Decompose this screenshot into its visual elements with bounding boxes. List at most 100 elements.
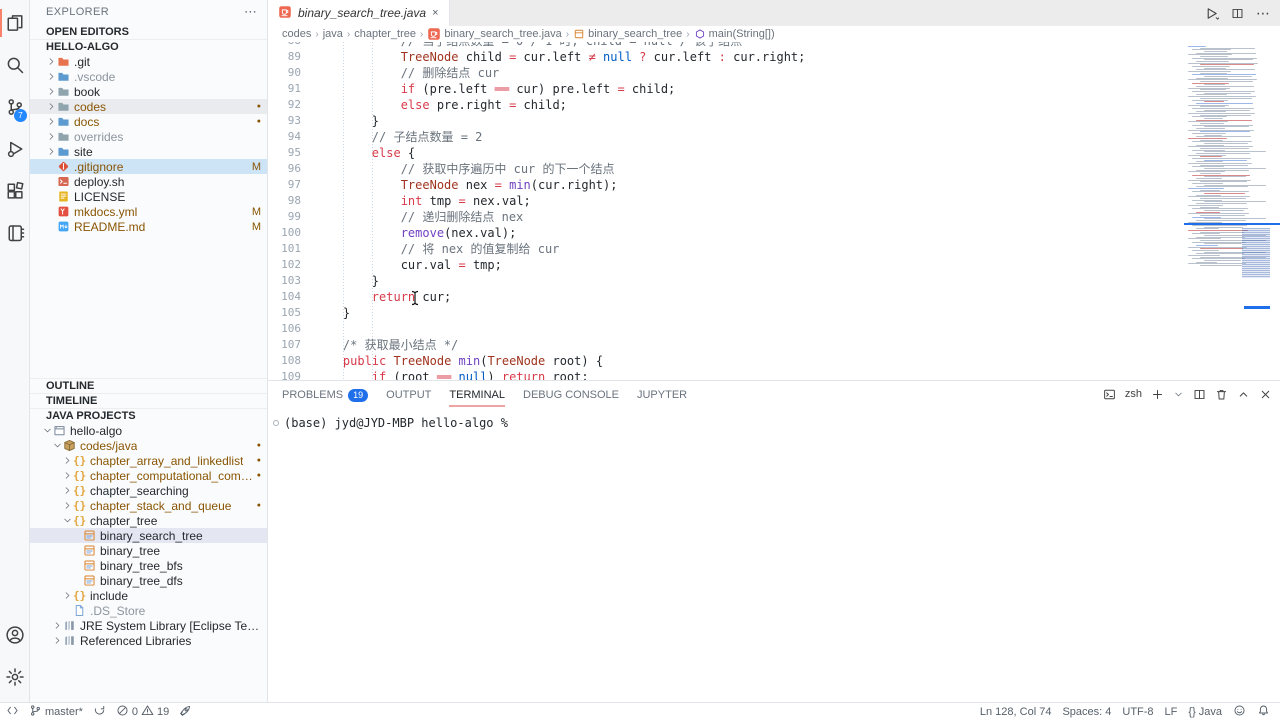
split-terminal-icon[interactable] [1193, 388, 1206, 401]
section-timeline[interactable]: TIMELINE [30, 393, 267, 408]
file-row-mkdocs-yml[interactable]: mkdocs.ymlM [30, 204, 267, 219]
activity-bar-account[interactable] [0, 614, 29, 656]
tab-binary-search-tree[interactable]: binary_search_tree.java × [268, 0, 450, 26]
java-tree--DS-Store[interactable]: .DS_Store [30, 603, 267, 618]
activity-bar-search[interactable] [0, 44, 29, 86]
java-tree-codes-java[interactable]: codes/java● [30, 438, 267, 453]
file-row-README-md[interactable]: README.mdM [30, 219, 267, 234]
file-row--vscode[interactable]: .vscode [30, 69, 267, 84]
code-text: /* 获取最小结点 */ [314, 337, 458, 353]
java-tree-binary-tree-dfs[interactable]: binary_tree_dfs [30, 573, 267, 588]
chevron-right-icon [62, 485, 73, 496]
remote-indicator[interactable] [6, 704, 19, 720]
breadcrumb-item-binary-search-tree-java[interactable]: binary_search_tree.java [427, 27, 561, 41]
git-status-badge: ● [253, 118, 261, 125]
chevron-right-icon [46, 71, 57, 82]
code-text: } [314, 113, 379, 129]
java-tree-JRE-System-Library-Eclipse-Temurin-17-17[interactable]: JRE System Library [Eclipse Temurin 17 [… [30, 618, 267, 633]
activity-bar-settings[interactable] [0, 656, 29, 698]
tab-close-icon[interactable]: × [432, 7, 438, 19]
file-row--git[interactable]: .git [30, 54, 267, 69]
java-tree-binary-tree-bfs[interactable]: binary_tree_bfs [30, 558, 267, 573]
eol-setting[interactable]: LF [1165, 706, 1178, 718]
file-label: .vscode [74, 70, 115, 84]
status-bar: master* 0 19 Ln 128, Col 74 Spaces: 4 UT… [0, 702, 1280, 720]
node-label: JRE System Library [Eclipse Temurin 17 [… [80, 619, 261, 633]
activity-bar-extensions[interactable] [0, 170, 29, 212]
java-tree-chapter-computational-complexity[interactable]: {}chapter_computational_complexity● [30, 468, 267, 483]
java-tree-chapter-array-and-linkedlist[interactable]: {}chapter_array_and_linkedlist● [30, 453, 267, 468]
file-row-docs[interactable]: docs● [30, 114, 267, 129]
breadcrumb-item-java[interactable]: java [323, 28, 343, 40]
close-panel-icon[interactable] [1259, 388, 1272, 401]
java-tree-binary-tree[interactable]: binary_tree [30, 543, 267, 558]
more-actions-icon[interactable]: ⋯ [1256, 5, 1270, 22]
cursor-position[interactable]: Ln 128, Col 74 [980, 706, 1052, 718]
shell-selector[interactable]: zsh [1125, 388, 1142, 400]
run-button[interactable] [1204, 6, 1219, 21]
file-row--gitignore[interactable]: .gitignoreM [30, 159, 267, 174]
activity-bar-source-control[interactable]: 7 [0, 86, 29, 128]
node-label: binary_tree [100, 544, 160, 558]
minimap[interactable] [1184, 42, 1280, 380]
language-mode[interactable]: {} Java [1188, 706, 1222, 718]
file-row-LICENSE[interactable]: LICENSE [30, 189, 267, 204]
new-terminal-button[interactable] [1151, 388, 1164, 401]
kill-terminal-icon[interactable] [1215, 388, 1228, 401]
section-project-root[interactable]: HELLO-ALGO [30, 39, 267, 54]
sync-button[interactable] [93, 704, 106, 720]
breadcrumb-item-codes[interactable]: codes [282, 28, 311, 40]
indentation-setting[interactable]: Spaces: 4 [1062, 706, 1111, 718]
folder-icon [57, 130, 74, 143]
file-row-deploy-sh[interactable]: deploy.sh [30, 174, 267, 189]
activity-bar-explorer[interactable] [0, 2, 29, 44]
section-outline[interactable]: OUTLINE [30, 378, 267, 393]
java-tree-chapter-searching[interactable]: {}chapter_searching [30, 483, 267, 498]
panel-tab-debug-console[interactable]: DEBUG CONSOLE [523, 381, 619, 407]
activity-bar-run-and-debug[interactable] [0, 128, 29, 170]
maximize-panel-icon[interactable] [1237, 388, 1250, 401]
problems-status[interactable]: 0 19 [116, 704, 169, 720]
more-actions-icon[interactable]: ⋯ [244, 4, 257, 20]
terminal-dropdown-icon[interactable] [1173, 389, 1184, 400]
java-tree-binary-search-tree[interactable]: binary_search_tree [30, 528, 267, 543]
panel-tab-problems[interactable]: PROBLEMS19 [282, 381, 368, 407]
file-row-site[interactable]: site [30, 144, 267, 159]
java-tree-Referenced-Libraries[interactable]: Referenced Libraries [30, 633, 267, 648]
split-editor-icon[interactable] [1231, 7, 1244, 20]
panel-toolbar: zsh [1103, 388, 1280, 401]
overview-ruler-mark [1244, 306, 1270, 309]
rocket-icon [179, 704, 192, 720]
line-number: 103 [268, 273, 314, 289]
breadcrumb-item-chapter-tree[interactable]: chapter_tree [354, 28, 416, 40]
activity-bar-notebook[interactable] [0, 212, 29, 254]
java-tree-chapter-tree[interactable]: {}chapter_tree [30, 513, 267, 528]
breadcrumb-item-binary-search-tree[interactable]: binary_search_tree [573, 28, 682, 40]
panel-tab-terminal[interactable]: TERMINAL [449, 381, 505, 407]
file-row-codes[interactable]: codes● [30, 99, 267, 114]
section-open-editors[interactable]: OPEN EDITORS [30, 24, 267, 39]
panel-tab-output[interactable]: OUTPUT [386, 381, 431, 407]
terminal-prompt: (base) jyd@JYD-MBP hello-algo % [284, 416, 508, 430]
feedback-button[interactable] [1233, 704, 1246, 720]
panel-tab-jupyter[interactable]: JUPYTER [637, 381, 687, 407]
chevron-right-icon [52, 620, 63, 631]
notifications-button[interactable] [1257, 704, 1270, 720]
git-branch-status[interactable]: master* [29, 704, 83, 720]
java-tree-include[interactable]: {}include [30, 588, 267, 603]
sidebar-header: EXPLORER ⋯ [30, 0, 267, 24]
java-lightweight-mode[interactable] [179, 704, 192, 720]
java-tree-chapter-stack-and-queue[interactable]: {}chapter_stack_and_queue● [30, 498, 267, 513]
code-text: return cur; [314, 289, 451, 305]
java-tree-hello-algo[interactable]: hello-algo [30, 423, 267, 438]
code-editor[interactable]: 88 // 当子结点数量 = 0 / 1 时, child = null / 该… [268, 42, 1280, 380]
file-row-book[interactable]: book [30, 84, 267, 99]
encoding-setting[interactable]: UTF-8 [1122, 706, 1153, 718]
breadcrumb-item-main-String-[interactable]: main(String[]) [694, 28, 775, 40]
file-row-overrides[interactable]: overrides [30, 129, 267, 144]
section-java-projects[interactable]: JAVA PROJECTS [30, 408, 267, 423]
chevron-right-icon [62, 470, 73, 481]
terminal-output[interactable]: (base) jyd@JYD-MBP hello-algo % [268, 407, 1280, 702]
code-text: TreeNode nex = min(cur.right); [314, 177, 617, 193]
braces-icon: {} [73, 499, 90, 512]
